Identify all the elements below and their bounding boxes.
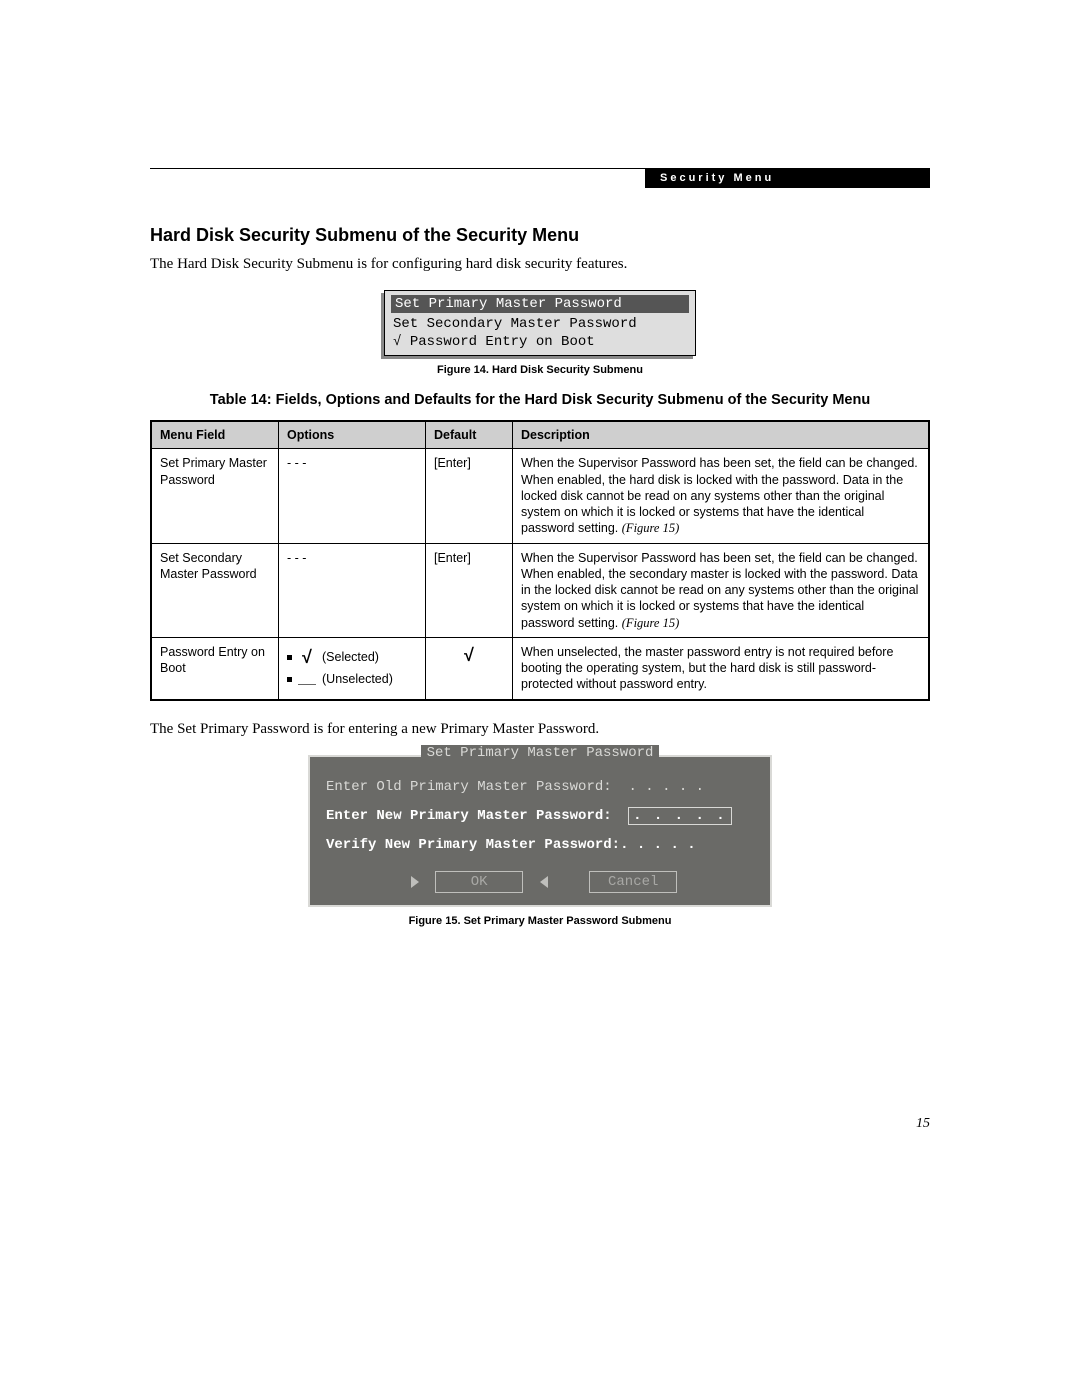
col-description: Description bbox=[513, 421, 930, 449]
submenu-item-selected: Set Primary Master Password bbox=[391, 295, 689, 313]
paragraph-set-primary: The Set Primary Password is for entering… bbox=[150, 719, 930, 739]
cell-options: - - - bbox=[279, 543, 426, 637]
option-selected-label: (Selected) bbox=[322, 649, 379, 665]
figure-reference: (Figure 15) bbox=[622, 521, 680, 535]
dialog-title-bar: Set Primary Master Password bbox=[310, 755, 770, 773]
figure-reference: (Figure 15) bbox=[622, 616, 680, 630]
cell-field: Set Secondary Master Password bbox=[151, 543, 279, 637]
cell-description: When the Supervisor Password has been se… bbox=[513, 543, 930, 637]
dots: . . . . . bbox=[620, 837, 696, 853]
figure14-submenu: Set Primary Master Password Set Secondar… bbox=[384, 290, 696, 356]
arrow-right-icon bbox=[411, 876, 419, 888]
figure15-caption: Figure 15. Set Primary Master Password S… bbox=[150, 915, 930, 927]
page-number: 15 bbox=[916, 1116, 930, 1132]
col-options: Options bbox=[279, 421, 426, 449]
table-row: Set Primary Master Password - - - [Enter… bbox=[151, 449, 929, 543]
cell-description: When the Supervisor Password has been se… bbox=[513, 449, 930, 543]
description-text: When the Supervisor Password has been se… bbox=[521, 456, 918, 535]
ok-button[interactable]: OK bbox=[435, 871, 523, 893]
cell-field: Password Entry on Boot bbox=[151, 637, 279, 699]
col-menu-field: Menu Field bbox=[151, 421, 279, 449]
figure15-dialog: Set Primary Master Password Enter Old Pr… bbox=[308, 755, 772, 907]
cell-default: √ bbox=[426, 637, 513, 699]
figure14-caption: Figure 14. Hard Disk Security Submenu bbox=[150, 364, 930, 376]
option-unselected-label: (Unselected) bbox=[322, 671, 393, 687]
cell-default: [Enter] bbox=[426, 543, 513, 637]
cell-description: When unselected, the master password ent… bbox=[513, 637, 930, 699]
arrow-left-icon bbox=[540, 876, 548, 888]
table-row: Set Secondary Master Password - - - [Ent… bbox=[151, 543, 929, 637]
blank-icon bbox=[298, 674, 316, 685]
dots: . . . . . bbox=[628, 779, 704, 795]
bullet-icon bbox=[287, 655, 292, 660]
check-icon: √ bbox=[460, 644, 478, 667]
submenu-item: √ Password Entry on Boot bbox=[385, 333, 695, 351]
table14-title: Table 14: Fields, Options and Defaults f… bbox=[150, 392, 930, 408]
dialog-button-row: OK Cancel bbox=[310, 871, 770, 893]
submenu-item-label: Password Entry on Boot bbox=[410, 334, 595, 350]
document-page: Security Menu Hard Disk Security Submenu… bbox=[0, 0, 1080, 1397]
cell-options: - - - bbox=[279, 449, 426, 543]
table-header-row: Menu Field Options Default Description bbox=[151, 421, 929, 449]
submenu-item: Set Secondary Master Password bbox=[385, 315, 695, 333]
description-text: When the Supervisor Password has been se… bbox=[521, 551, 918, 630]
cancel-button[interactable]: Cancel bbox=[589, 871, 677, 893]
dialog-row-new: Enter New Primary Master Password: . . .… bbox=[310, 801, 770, 831]
dialog-title: Set Primary Master Password bbox=[421, 745, 660, 761]
header-tag: Security Menu bbox=[645, 168, 930, 188]
label-verify-password: Verify New Primary Master Password: bbox=[326, 837, 620, 853]
intro-paragraph: The Hard Disk Security Submenu is for co… bbox=[150, 254, 930, 274]
label-new-password: Enter New Primary Master Password: bbox=[326, 808, 612, 824]
cell-options: √ (Selected) (Unselected) bbox=[279, 637, 426, 699]
bullet-icon bbox=[287, 677, 292, 682]
cell-field: Set Primary Master Password bbox=[151, 449, 279, 543]
cell-default: [Enter] bbox=[426, 449, 513, 543]
dialog-row-old: Enter Old Primary Master Password: . . .… bbox=[310, 773, 770, 801]
check-icon: √ bbox=[298, 646, 316, 669]
section-heading: Hard Disk Security Submenu of the Securi… bbox=[150, 225, 930, 246]
label-old-password: Enter Old Primary Master Password: bbox=[326, 779, 612, 795]
col-default: Default bbox=[426, 421, 513, 449]
password-input-box[interactable]: . . . . . bbox=[628, 807, 732, 825]
table-row: Password Entry on Boot √ (Selected) (Unse… bbox=[151, 637, 929, 699]
table14: Menu Field Options Default Description S… bbox=[150, 420, 930, 700]
dialog-row-verify: Verify New Primary Master Password:. . .… bbox=[310, 831, 770, 859]
